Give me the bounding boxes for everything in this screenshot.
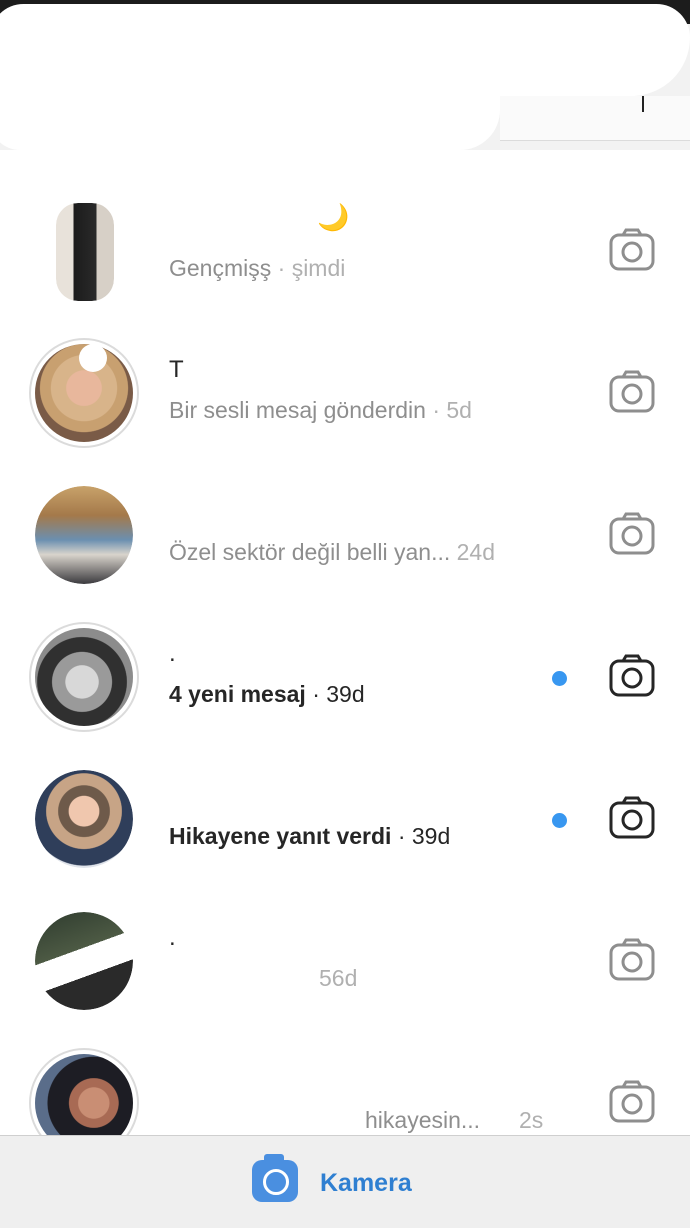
thread-row[interactable]: . 56d (0, 890, 690, 1032)
thread-preview: Bir sesli mesaj gönderdin · 5d (169, 397, 472, 423)
avatar[interactable] (35, 912, 133, 1010)
thread-row[interactable]: T Bir sesli mesaj gönderdin · 5d (0, 322, 690, 464)
thread-preview: Hikayene yanıt verdi · 39d (169, 823, 451, 849)
unread-dot (552, 813, 567, 828)
thread-row[interactable]: Hikayene yanıt verdi · 39d (0, 748, 690, 890)
avatar[interactable] (35, 486, 133, 584)
moon-emoji: 🌙 (317, 202, 350, 232)
preview-redaction (155, 1104, 355, 1138)
header-area (500, 96, 690, 141)
avatar[interactable] (29, 622, 139, 732)
thread-preview: 4 yeni mesaj · 39d (169, 681, 365, 707)
thread-row[interactable]: Özel sektör değil belli yan... 24d (0, 464, 690, 606)
thread-name: T (169, 356, 184, 383)
name-redaction (150, 1066, 375, 1098)
unread-dot (552, 671, 567, 686)
thread-list: 🌙 Gençmişş · şimdi T Bir sesli mesaj gön… (0, 150, 690, 1158)
avatar[interactable] (29, 338, 139, 448)
camera-icon[interactable] (252, 1154, 298, 1202)
avatar[interactable] (35, 770, 133, 868)
camera-icon[interactable] (608, 369, 656, 417)
camera-icon[interactable] (608, 795, 656, 843)
camera-icon[interactable] (608, 1079, 656, 1127)
header-redaction (0, 60, 500, 150)
thread-name: . (169, 924, 176, 951)
camera-icon[interactable] (608, 511, 656, 559)
header-marker (642, 96, 644, 112)
camera-icon[interactable] (608, 937, 656, 985)
thread-preview: Gençmişş · şimdi (169, 255, 346, 281)
camera-icon[interactable] (608, 227, 656, 275)
bottom-camera-bar[interactable]: Kamera (0, 1135, 690, 1228)
thread-row[interactable]: . 4 yeni mesaj · 39d (0, 606, 690, 748)
thread-name: . (169, 640, 176, 667)
thread-row[interactable]: 🌙 Gençmişş · şimdi (0, 180, 690, 322)
camera-icon[interactable] (608, 653, 656, 701)
thread-preview: Özel sektör değil belli yan... 24d (169, 539, 496, 565)
avatar[interactable] (56, 203, 114, 301)
camera-label[interactable]: Kamera (320, 1169, 412, 1198)
